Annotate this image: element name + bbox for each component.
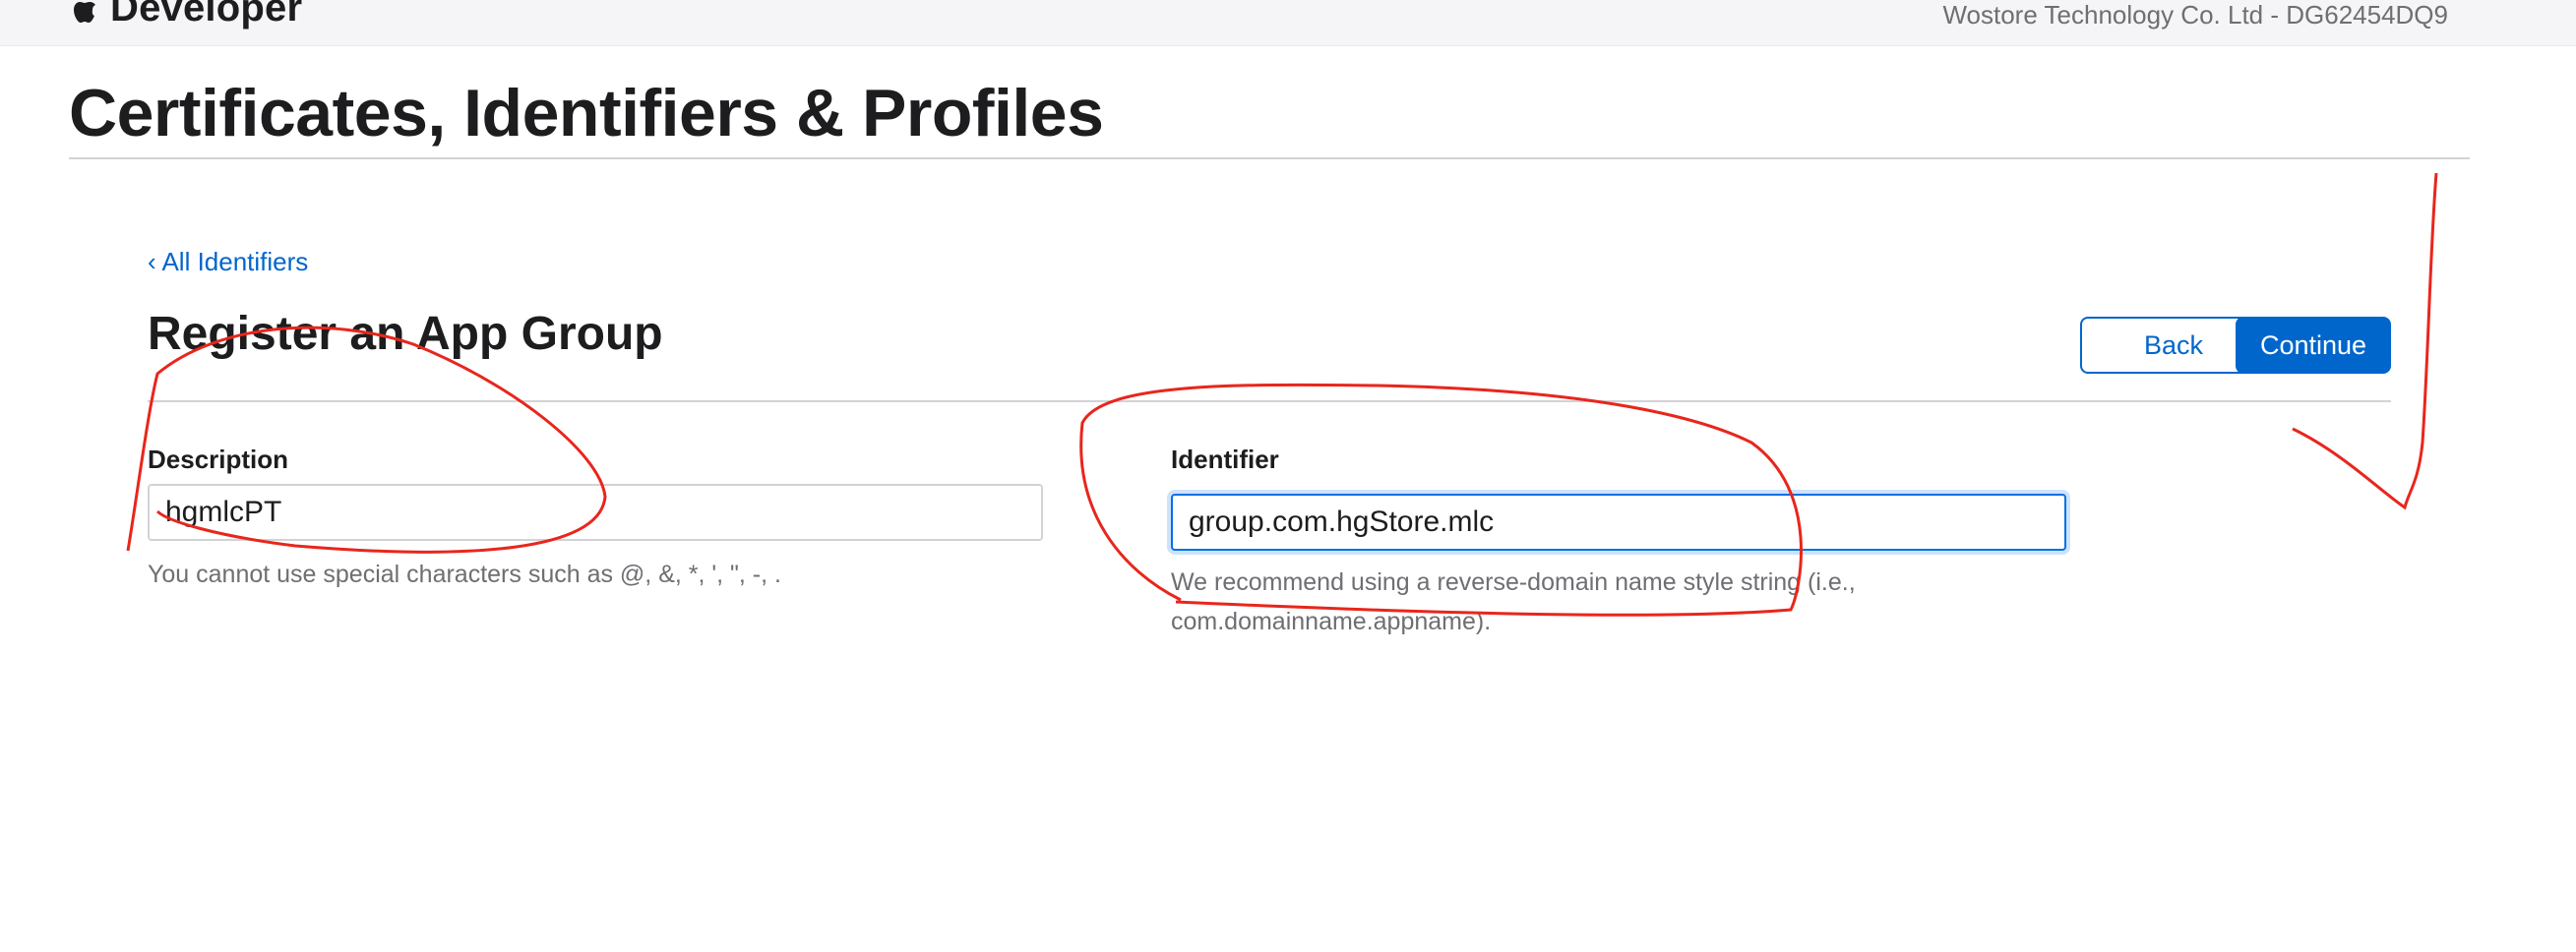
developer-brand[interactable]: Developer (69, 0, 302, 30)
section-title: Register an App Group (148, 308, 663, 360)
description-input[interactable] (148, 484, 1043, 541)
identifier-label: Identifier (1171, 445, 1279, 474)
description-label: Description (148, 445, 289, 474)
title-divider (69, 157, 2470, 159)
identifier-hint-line1: We recommend using a reverse-domain name… (1171, 568, 1856, 596)
identifier-input[interactable] (1171, 494, 2066, 551)
all-identifiers-link[interactable]: ‹ All Identifiers (148, 247, 308, 277)
page-title: Certificates, Identifiers & Profiles (69, 76, 1104, 150)
section-divider (148, 400, 2391, 402)
apple-logo-icon (74, 1, 95, 23)
brand-label: Developer (110, 0, 303, 30)
description-hint: You cannot use special characters such a… (148, 561, 781, 588)
top-bar: Developer Wostore Technology Co. Ltd - D… (0, 0, 2576, 46)
account-name[interactable]: Wostore Technology Co. Ltd - DG62454DQ9 (1942, 0, 2448, 30)
continue-button[interactable]: Continue (2236, 317, 2391, 374)
identifier-hint-line2: com.domainname.appname). (1171, 608, 1492, 635)
